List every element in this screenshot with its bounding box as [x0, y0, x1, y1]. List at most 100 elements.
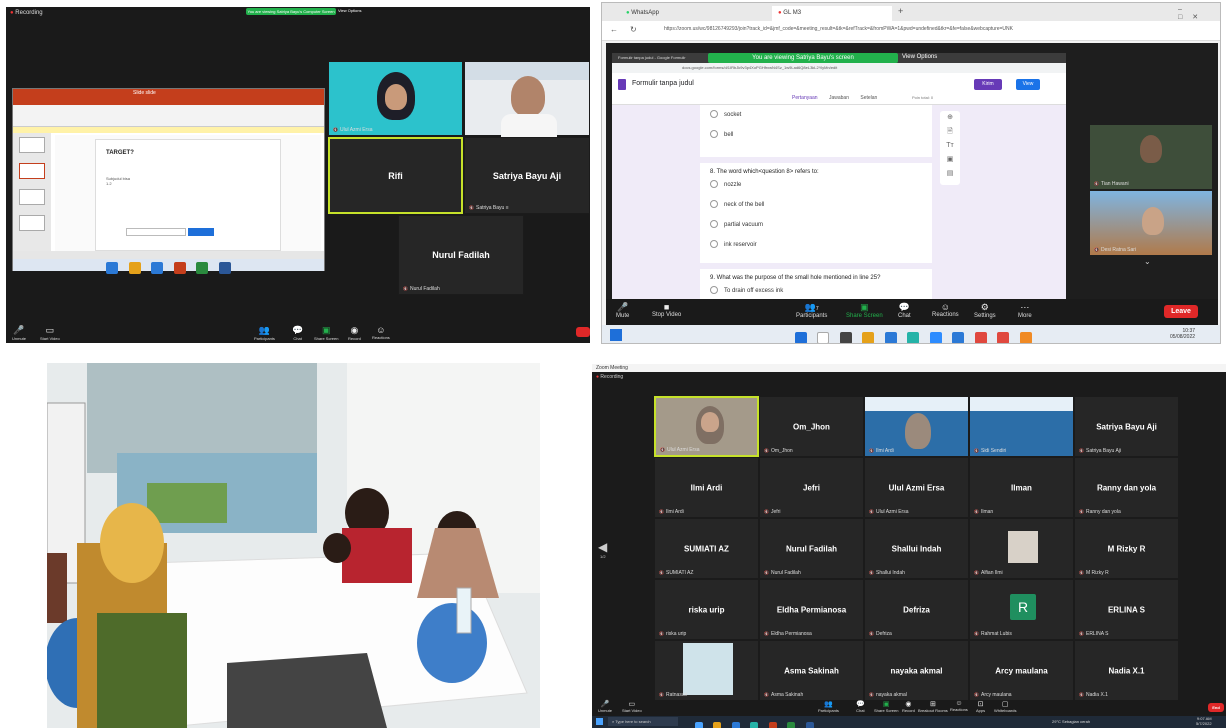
- new-tab-icon[interactable]: +: [898, 6, 903, 16]
- stop-video-button[interactable]: ■ Stop Video: [652, 302, 681, 318]
- participant-tile[interactable]: Rifi: [328, 137, 463, 214]
- tab-settings[interactable]: Setelan: [860, 95, 877, 101]
- participant-tile[interactable]: Tian Hawani: [1090, 125, 1212, 189]
- participant-tile[interactable]: Nurul Fadilah Nurul Fadilah: [398, 215, 524, 295]
- apps-button[interactable]: ⊡ Apps: [976, 700, 985, 713]
- participant-tile[interactable]: Ilmi Ardi Ilmi Ardi: [654, 457, 759, 518]
- participant-tile[interactable]: Satriya Bayu Aji Satriya Bayu ≡: [464, 137, 590, 214]
- settings-button[interactable]: ⚙ Settings: [974, 302, 996, 319]
- chat-button[interactable]: 💬 Chat: [856, 700, 865, 713]
- opera-icon[interactable]: [997, 331, 1010, 343]
- participant-tile[interactable]: Ilmi Ardi: [864, 396, 969, 457]
- chat-button[interactable]: 💬 Chat: [292, 325, 303, 342]
- participant-tile[interactable]: Shallui Indah Shallui Indah: [864, 518, 969, 579]
- back-icon[interactable]: ←: [610, 25, 618, 34]
- share-screen-button[interactable]: ▣ Share Screen: [314, 325, 338, 342]
- participant-tile[interactable]: Desi Ratna Sari: [1090, 191, 1212, 255]
- participant-tile[interactable]: Ranny dan yola Ranny dan yola: [1074, 457, 1179, 518]
- mail-icon[interactable]: [974, 331, 987, 343]
- participant-tile[interactable]: Ulul Azmi Ersa: [328, 61, 463, 136]
- edge-icon[interactable]: [884, 331, 897, 343]
- leave-button[interactable]: Leave: [1164, 305, 1198, 318]
- participant-tile[interactable]: R Rahmat Lubis: [969, 579, 1074, 640]
- breakout-rooms-button[interactable]: ⊞ Breakout Rooms: [918, 700, 948, 713]
- participant-tile[interactable]: Om_Jhon Om_Jhon: [759, 396, 864, 457]
- store-icon[interactable]: [952, 331, 965, 343]
- chat-button[interactable]: 💬 Chat: [898, 302, 911, 319]
- url-field[interactable]: https://zoom.us/wc/98126749293/join?trac…: [664, 26, 1024, 37]
- app-icon[interactable]: [1019, 331, 1032, 343]
- slide-thumbnail[interactable]: [19, 137, 45, 153]
- participant-tile[interactable]: Jefri Jefri: [759, 457, 864, 518]
- edge-icon[interactable]: [731, 721, 740, 728]
- browser-tab[interactable]: ● WhatsApp: [626, 6, 766, 20]
- windows-icon[interactable]: [596, 718, 603, 725]
- participant-tile[interactable]: nayaka akmal nayaka akmal: [864, 640, 969, 701]
- import-icon[interactable]: 🗎: [940, 125, 960, 139]
- option-row[interactable]: To drain off excess ink: [710, 281, 932, 301]
- participant-tile[interactable]: Eldha Permianosa Eldha Permianosa: [759, 579, 864, 640]
- powerpoint-icon[interactable]: [173, 261, 186, 274]
- excel-icon[interactable]: [787, 721, 796, 728]
- option-row[interactable]: neck of the bell: [710, 195, 932, 215]
- end-button[interactable]: [576, 327, 590, 337]
- zoom-icon[interactable]: [695, 721, 703, 728]
- edge-icon[interactable]: [151, 261, 164, 274]
- zoom-icon[interactable]: [929, 331, 942, 343]
- participant-tile[interactable]: riska urip riska urip: [654, 579, 759, 640]
- mute-button[interactable]: 🎤 Mute: [616, 302, 629, 319]
- participant-tile[interactable]: [464, 61, 590, 138]
- slide-notes-box[interactable]: [126, 228, 186, 236]
- taskbar-search-input[interactable]: ⌕ Type here to search: [608, 717, 678, 726]
- view-options-button[interactable]: View Options: [902, 54, 937, 60]
- inner-tab[interactable]: Formulir tanpa judul - Google Formulir: [618, 55, 686, 60]
- share-screen-button[interactable]: ▣ Share Screen: [874, 700, 898, 713]
- participant-tile[interactable]: Nadia X.1 Nadia X.1: [1074, 640, 1179, 701]
- participant-tile[interactable]: Satriya Bayu Aji Satriya Bayu Aji: [1074, 396, 1179, 457]
- tab-responses[interactable]: Jawaban: [829, 95, 849, 101]
- folder-icon[interactable]: [862, 331, 875, 343]
- option-row[interactable]: ink reservoir: [710, 235, 932, 255]
- participants-button[interactable]: 👥 Participants: [254, 325, 275, 342]
- windows-icon[interactable]: [106, 261, 119, 274]
- participants-button[interactable]: 👥 Participants: [818, 700, 839, 713]
- chrome-icon[interactable]: [907, 331, 920, 343]
- participant-tile[interactable]: ERLINA S ERLINA S: [1074, 579, 1179, 640]
- record-button[interactable]: ◉ Record: [348, 325, 361, 342]
- start-video-button[interactable]: ▭ Start Video: [622, 700, 642, 713]
- whiteboards-button[interactable]: ▢ Whiteboards: [994, 700, 1016, 713]
- participant-tile[interactable]: Nurul Fadilah Nurul Fadilah: [759, 518, 864, 579]
- option-row[interactable]: nozzle: [710, 175, 932, 195]
- view-button[interactable]: View: [1016, 79, 1040, 90]
- word-icon[interactable]: [218, 261, 231, 274]
- start-icon[interactable]: [795, 331, 807, 343]
- window-controls-icon[interactable]: –□✕: [1178, 6, 1220, 21]
- reactions-button[interactable]: ☺ Reactions: [932, 302, 959, 318]
- slide-thumbnail[interactable]: [19, 163, 45, 179]
- prev-page-icon[interactable]: ◀: [598, 540, 607, 554]
- option-row[interactable]: partial vacuum: [710, 215, 932, 235]
- share-screen-button[interactable]: ▣ Share Screen: [846, 302, 883, 319]
- weather-widget[interactable]: 29°C Sebagian cerah: [1052, 719, 1090, 724]
- option-row[interactable]: bell: [710, 125, 932, 145]
- folder-icon[interactable]: [713, 721, 722, 728]
- inner-url[interactable]: docs.google.com/forms/d/1IRbJk9v3p4XoPGH…: [682, 65, 837, 70]
- search-icon[interactable]: [817, 331, 830, 343]
- start-video-button[interactable]: ▭ Start Video: [40, 325, 60, 342]
- participant-tile[interactable]: Asma Sakinah Asma Sakinah: [759, 640, 864, 701]
- participants-button[interactable]: 👥7 Participants: [796, 302, 827, 319]
- image-icon[interactable]: ▣: [940, 153, 960, 167]
- tab-questions[interactable]: Pertanyaan: [792, 95, 818, 101]
- slide-button[interactable]: [188, 228, 214, 236]
- participant-tile[interactable]: SUMIATI AZ SUMIATI AZ: [654, 518, 759, 579]
- participant-tile[interactable]: Alfian Ilmi: [969, 518, 1074, 579]
- reload-icon[interactable]: ↻: [630, 25, 637, 34]
- windows-icon[interactable]: [610, 329, 622, 341]
- add-question-icon[interactable]: ⊕: [940, 111, 960, 125]
- participant-tile[interactable]: Defriza Defriza: [864, 579, 969, 640]
- unmute-button[interactable]: 🎤 Unmute: [12, 325, 26, 342]
- section-icon[interactable]: ▤: [940, 167, 960, 181]
- chrome-icon[interactable]: [750, 721, 759, 728]
- participant-tile[interactable]: Ulul Azmi Ersa: [654, 396, 759, 457]
- view-options-button[interactable]: View Options: [338, 8, 362, 13]
